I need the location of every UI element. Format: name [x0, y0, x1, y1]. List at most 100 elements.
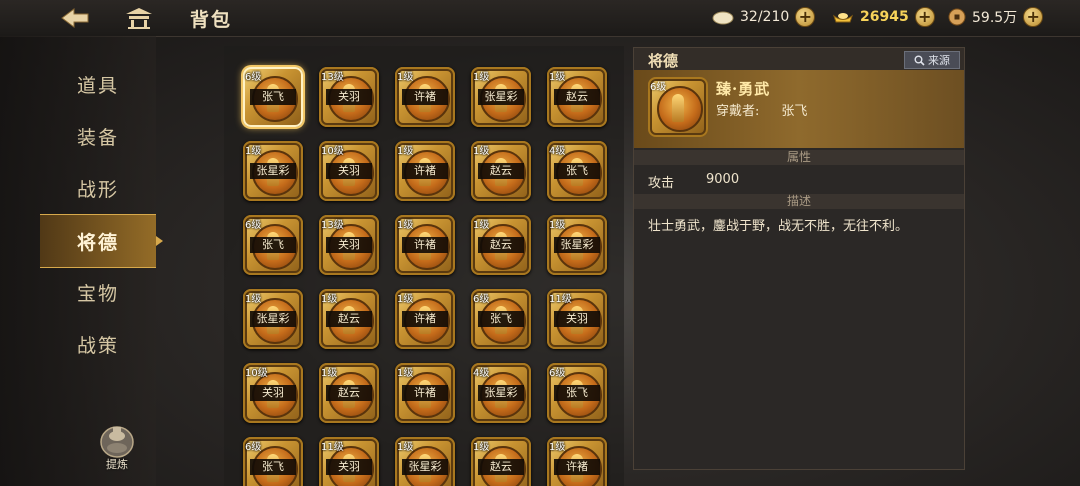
item-level: 1级	[245, 146, 262, 157]
virtue-item-cell[interactable]: 1级 许褚	[395, 141, 455, 201]
virtue-item-cell[interactable]: 6级 张飞	[243, 437, 303, 486]
general-name: 许褚	[402, 89, 448, 105]
add-gold-button[interactable]: +	[914, 7, 935, 27]
virtue-item-cell[interactable]: 1级 许褚	[547, 437, 607, 486]
general-name: 张飞	[554, 163, 600, 179]
virtue-item-cell[interactable]: 6级 张飞	[243, 67, 303, 127]
virtue-item-cell[interactable]: 1级 许褚	[395, 289, 455, 349]
item-level: 6级	[549, 368, 566, 379]
item-level: 4级	[549, 146, 566, 157]
wearer-name: 张飞	[781, 104, 808, 119]
general-name: 赵云	[326, 311, 372, 327]
item-level: 6级	[650, 82, 667, 93]
sidebar-item-label: 战策	[76, 334, 119, 357]
sidebar-item-props[interactable]: 道具	[40, 58, 156, 110]
virtue-item-cell[interactable]: 11级 关羽	[547, 289, 607, 349]
general-name: 许褚	[402, 311, 448, 327]
general-name: 关羽	[326, 237, 372, 253]
item-level: 1级	[473, 72, 490, 83]
coin-value: 59.5万	[972, 10, 1018, 26]
virtue-emblem-icon: 6级	[648, 77, 708, 137]
item-level: 1级	[245, 294, 262, 305]
item-level: 1级	[397, 72, 414, 83]
virtue-item-cell[interactable]: 1级赵云	[471, 215, 531, 275]
item-level: 1级	[549, 72, 566, 83]
general-name: 张飞	[478, 311, 524, 327]
virtue-item-cell[interactable]: 10级 关羽	[319, 141, 379, 201]
virtue-item-cell[interactable]: 6级张飞	[471, 289, 531, 349]
general-name: 许褚	[402, 385, 448, 401]
attr-section-header: 属性	[634, 150, 964, 165]
back-arrow-icon[interactable]	[58, 6, 92, 30]
general-name: 赵云	[478, 237, 524, 253]
virtue-item-cell[interactable]: 6级 张飞	[243, 215, 303, 275]
attr-row: 攻击 9000	[648, 172, 739, 191]
detail-title: 将德	[648, 52, 679, 70]
desc-section-header: 描述	[634, 194, 964, 209]
attr-name: 攻击	[648, 176, 675, 191]
sidebar-item-label: 装备	[76, 126, 119, 149]
selected-item-card: 6级 臻·勇武 穿戴者: 张飞	[634, 70, 964, 148]
add-rice-button[interactable]: +	[795, 7, 816, 27]
general-name: 张星彩	[250, 311, 296, 327]
sidebar-item-label: 宝物	[76, 282, 119, 305]
attr-value: 9000	[706, 172, 740, 187]
sidebar-item-equipment[interactable]: 装备	[40, 110, 156, 162]
virtue-item-cell[interactable]: 13级 关羽	[319, 67, 379, 127]
pavilion-icon[interactable]	[124, 6, 154, 30]
virtue-item-grid: 6级 张飞 13级 关羽 1级 许褚 1级 张星彩 1级 赵云 1级 张星彩 10级 关羽 1级 许褚 1级 赵云…	[224, 46, 624, 486]
sidebar-item-label: 战形	[76, 178, 119, 201]
virtue-item-cell[interactable]: 10级 关羽	[243, 363, 303, 423]
general-name: 张星彩	[250, 163, 296, 179]
general-name: 关羽	[326, 163, 372, 179]
item-description: 壮士勇武，鏖战于野，战无不胜，无往不利。	[648, 219, 909, 234]
general-name: 赵云	[326, 385, 372, 401]
virtue-item-cell[interactable]: 6级张飞	[547, 363, 607, 423]
item-level: 13级	[321, 220, 344, 231]
general-name: 张星彩	[402, 459, 448, 475]
virtue-item-cell[interactable]: 1级 许褚	[395, 363, 455, 423]
general-name: 许褚	[402, 163, 448, 179]
virtue-item-cell[interactable]: 1级许褚	[395, 67, 455, 127]
item-name: 臻·勇武	[716, 80, 771, 98]
item-level: 6级	[245, 72, 262, 83]
virtue-item-cell[interactable]: 1级 赵云	[319, 363, 379, 423]
top-bar: 背包 32/210 + 26945 + 59.5万 +	[0, 0, 1080, 37]
copper-coin-icon	[948, 8, 966, 26]
general-name: 赵云	[478, 459, 524, 475]
general-name: 张星彩	[478, 89, 524, 105]
general-name: 关羽	[326, 89, 372, 105]
virtue-item-cell[interactable]: 11级 关羽	[319, 437, 379, 486]
sidebar-item-strategy[interactable]: 战策	[40, 318, 156, 370]
virtue-item-cell[interactable]: 1级 许褚	[395, 215, 455, 275]
sidebar-item-virtue[interactable]: 将德	[40, 214, 163, 268]
add-coin-button[interactable]: +	[1023, 7, 1044, 27]
item-level: 6级	[473, 294, 490, 305]
virtue-item-cell[interactable]: 1级张星彩	[243, 141, 303, 201]
general-name: 张星彩	[478, 385, 524, 401]
virtue-item-cell[interactable]: 1级张星彩	[471, 67, 531, 127]
general-name: 赵云	[554, 89, 600, 105]
general-name: 张星彩	[554, 237, 600, 253]
source-button[interactable]: 来源	[904, 51, 960, 69]
virtue-item-cell[interactable]: 1级 张星彩	[395, 437, 455, 486]
virtue-item-cell[interactable]: 1级赵云	[547, 67, 607, 127]
virtue-item-cell[interactable]: 1级 赵云	[471, 141, 531, 201]
item-level: 4级	[473, 368, 490, 379]
general-name: 张飞	[250, 459, 296, 475]
virtue-item-cell[interactable]: 1级 赵云	[319, 289, 379, 349]
refine-button[interactable]: 提炼	[96, 424, 138, 474]
virtue-item-cell[interactable]: 4级张飞	[547, 141, 607, 201]
virtue-item-cell[interactable]: 1级张星彩	[243, 289, 303, 349]
sidebar-item-treasure[interactable]: 宝物	[40, 266, 156, 318]
item-level: 1级	[549, 220, 566, 231]
virtue-item-cell[interactable]: 1级张星彩	[547, 215, 607, 275]
sidebar-item-formation[interactable]: 战形	[40, 162, 156, 214]
virtue-item-cell[interactable]: 1级 赵云	[471, 437, 531, 486]
general-name: 张飞	[554, 385, 600, 401]
wearer-label: 穿戴者:	[716, 104, 760, 119]
item-level: 1级	[473, 220, 490, 231]
virtue-item-cell[interactable]: 4级张星彩	[471, 363, 531, 423]
virtue-item-cell[interactable]: 13级关羽	[319, 215, 379, 275]
category-sidebar: 道具 装备 战形 将德 宝物 战策	[0, 36, 163, 486]
